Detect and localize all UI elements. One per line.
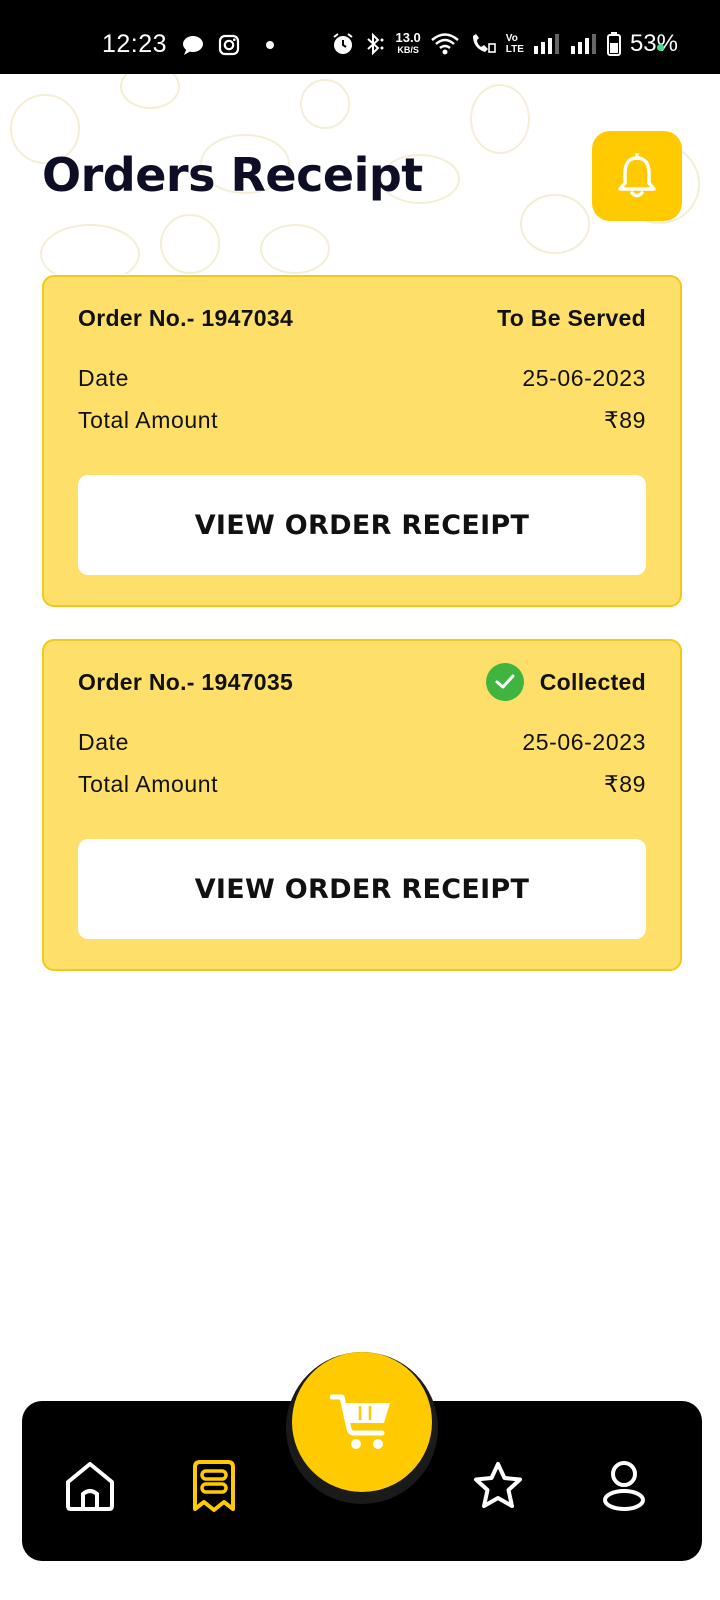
signal-icon-2 [570, 34, 596, 54]
view-order-receipt-button[interactable]: VIEW ORDER RECEIPT [78, 839, 646, 939]
status-label: Collected [539, 668, 646, 695]
dot-icon [266, 41, 274, 49]
page-title: Orders Receipt [42, 148, 423, 202]
order-header-row: Order No.- 1947035 Collected [78, 663, 646, 701]
wifi-calling-icon [472, 34, 496, 53]
order-card: Order No.- 1947034 To Be Served Date 25-… [42, 275, 682, 607]
bluetooth-icon [367, 32, 384, 56]
check-circle-icon [485, 663, 524, 701]
status-bar: 12:23 13.0 KB/S Vo LTE 53% [0, 0, 720, 74]
order-card: Order No.- 1947035 Collected Date 25-06-… [42, 639, 682, 971]
alarm-icon [333, 33, 354, 54]
battery-icon [606, 32, 621, 56]
date-row: Date 25-06-2023 [78, 729, 646, 756]
signal-icon [533, 34, 559, 54]
date-label: Date [78, 729, 129, 755]
bell-icon [618, 153, 656, 198]
status-system-icons: 13.0 KB/S Vo LTE 53% [331, 30, 678, 58]
notification-button[interactable] [592, 131, 682, 221]
instagram-icon [218, 34, 240, 56]
receipt-icon [193, 1460, 235, 1512]
chat-bubble-icon [183, 36, 203, 55]
amount-value: ₹89 [603, 407, 646, 433]
nav-profile[interactable] [594, 1456, 654, 1516]
status-dot [657, 44, 664, 51]
nav-home[interactable] [60, 1456, 120, 1516]
cart-icon [330, 1394, 390, 1449]
wifi-icon [430, 33, 459, 55]
home-icon [66, 1462, 114, 1511]
battery-percent: 53% [629, 30, 678, 57]
volte-indicator: Vo LTE [505, 33, 524, 55]
date-value: 25-06-2023 [522, 365, 646, 391]
status-label: To Be Served [497, 305, 646, 331]
profile-icon [603, 1461, 645, 1511]
cart-button[interactable] [292, 1352, 432, 1492]
status-notification-icons [182, 34, 278, 56]
amount-value: ₹89 [603, 771, 646, 797]
order-number: Order No.- 1947034 [78, 305, 294, 331]
amount-label: Total Amount [78, 771, 219, 797]
status-time: 12:23 [102, 30, 168, 58]
star-icon [474, 1462, 522, 1508]
amount-row: Total Amount ₹89 [78, 771, 646, 798]
order-status: To Be Served [497, 305, 646, 332]
nav-orders[interactable] [184, 1456, 244, 1516]
order-status: Collected [485, 663, 646, 701]
order-header-row: Order No.- 1947034 To Be Served [78, 305, 646, 332]
network-speed: 13.0 KB/S [395, 30, 421, 55]
amount-row: Total Amount ₹89 [78, 407, 646, 434]
date-value: 25-06-2023 [522, 729, 646, 755]
date-row: Date 25-06-2023 [78, 365, 646, 392]
nav-favorites[interactable] [468, 1456, 528, 1516]
amount-label: Total Amount [78, 407, 219, 433]
date-label: Date [78, 365, 129, 391]
view-order-receipt-button[interactable]: VIEW ORDER RECEIPT [78, 475, 646, 575]
order-number: Order No.- 1947035 [78, 668, 294, 695]
